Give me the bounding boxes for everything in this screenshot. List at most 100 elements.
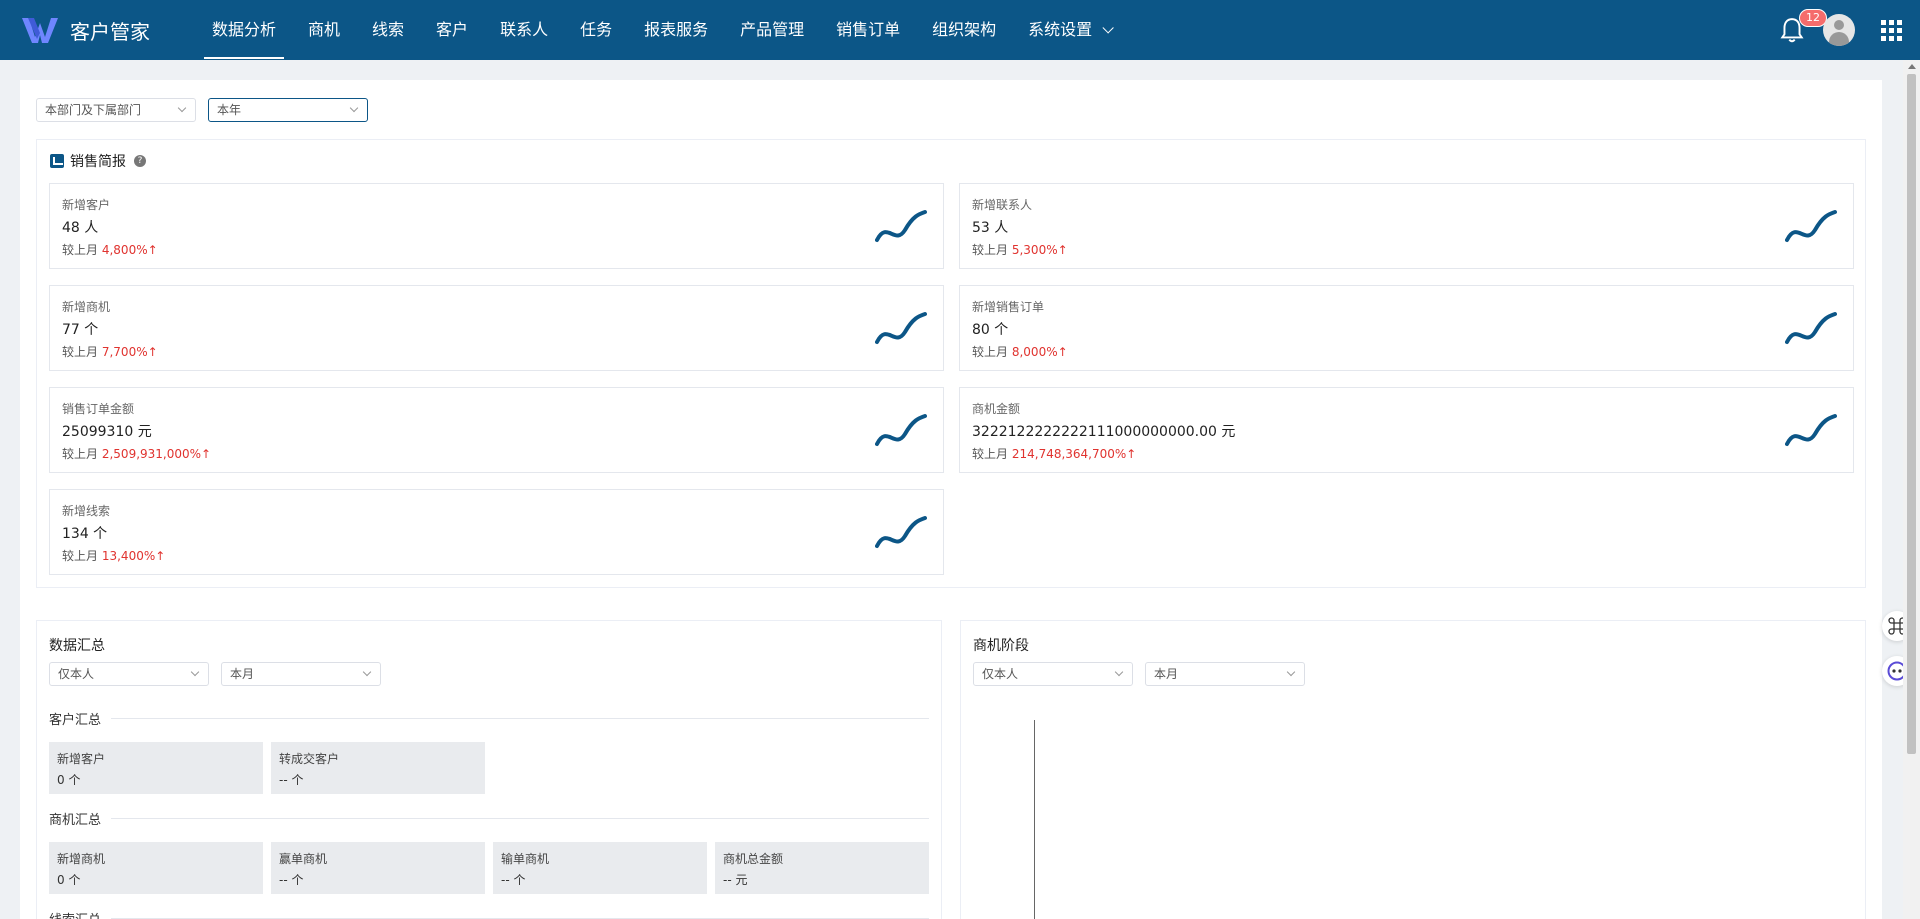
data-summary-panel: 数据汇总 仅本人 本月 客户汇总 新增客户 0 个 转成交客户 -- 个 商机汇…	[36, 620, 942, 919]
nav-item-data-analysis[interactable]: 数据分析	[196, 0, 292, 60]
main-nav: 数据分析 商机 线索 客户 联系人 任务 报表服务 产品管理 销售订单 组织架构…	[196, 0, 1126, 60]
metric-title: 新增客户	[62, 198, 111, 212]
help-icon[interactable]: ?	[134, 155, 146, 167]
chart-icon	[50, 154, 64, 168]
stat-value: -- 个	[279, 773, 304, 787]
department-select[interactable]: 本部门及下属部门	[36, 98, 196, 122]
nav-item-leads[interactable]: 线索	[356, 0, 420, 60]
nav-label: 报表服务	[644, 20, 709, 39]
metric-card-opportunity-amount: 商机金额 3222122222222111000000000.00 元 较上月 …	[959, 387, 1854, 473]
metric-value: 53 人	[972, 220, 1009, 236]
compare-label: 较上月	[62, 447, 99, 461]
brand-logo[interactable]: 客户管家	[20, 15, 188, 45]
sales-brief: 销售简报 ? 新增客户 48 人 较上月 4,800%↑ 新增联系人 53 人 …	[36, 139, 1866, 588]
select-value: 本部门及下属部门	[45, 103, 142, 117]
nav-item-customers[interactable]: 客户	[420, 0, 484, 60]
apps-grid-icon[interactable]	[1881, 19, 1902, 41]
stat-converted-customers: 转成交客户 -- 个	[271, 742, 485, 794]
metric-card-new-contacts: 新增联系人 53 人 较上月 5,300%↑	[959, 183, 1854, 269]
compare-label: 较上月	[972, 447, 1009, 461]
stat-label: 新增商机	[57, 852, 106, 866]
notification-button[interactable]: 12	[1779, 9, 1827, 45]
opportunity-summary-title: 商机汇总	[49, 809, 112, 828]
nav-label: 线索	[372, 20, 405, 39]
nav-item-settings[interactable]: 系统设置	[1012, 0, 1126, 60]
nav-item-sales-orders[interactable]: 销售订单	[820, 0, 916, 60]
metric-compare: 较上月 5,300%↑	[972, 241, 1068, 258]
page-scrollbar[interactable]	[1903, 60, 1920, 919]
main-content: 本部门及下属部门 本年 销售简报 ? 新增客户 48 人 较上月 4,800%↑…	[20, 80, 1882, 919]
metric-compare: 较上月 7,700%↑	[62, 343, 158, 360]
nav-label: 产品管理	[740, 20, 805, 39]
metric-compare: 较上月 13,400%↑	[62, 547, 165, 564]
summary-scope-select[interactable]: 仅本人	[49, 662, 209, 686]
nav-label: 组织架构	[932, 20, 997, 39]
scroll-up-icon[interactable]	[1908, 64, 1916, 69]
select-value: 本月	[1154, 667, 1179, 681]
nav-item-contacts[interactable]: 联系人	[484, 0, 564, 60]
section-divider	[49, 818, 929, 819]
metric-card-new-sales-orders: 新增销售订单 80 个 较上月 8,000%↑	[959, 285, 1854, 371]
metric-title: 新增商机	[62, 300, 111, 314]
stat-label: 输单商机	[501, 852, 550, 866]
metric-value: 48 人	[62, 220, 99, 236]
trend-icon	[1785, 414, 1837, 446]
trend-icon	[875, 312, 927, 344]
chevron-down-icon	[1114, 667, 1124, 677]
customer-summary-title: 客户汇总	[49, 709, 112, 728]
stat-lost-opportunities: 输单商机 -- 个	[493, 842, 707, 894]
metric-title: 销售订单金额	[62, 402, 135, 416]
user-avatar[interactable]	[1823, 14, 1855, 46]
data-summary-title: 数据汇总	[49, 638, 105, 654]
metric-title: 新增销售订单	[972, 300, 1045, 314]
nav-item-opportunities[interactable]: 商机	[292, 0, 356, 60]
compare-percent: 214,748,364,700%↑	[1011, 447, 1137, 461]
nav-item-tasks[interactable]: 任务	[564, 0, 628, 60]
metric-title: 新增线索	[62, 504, 111, 518]
stat-opportunity-total-amount: 商机总金额 -- 元	[715, 842, 929, 894]
chevron-down-icon	[177, 103, 187, 113]
nav-label: 系统设置	[1028, 20, 1093, 39]
header-actions: 12	[1779, 0, 1902, 60]
compare-label: 较上月	[972, 243, 1009, 257]
metric-card-new-customers: 新增客户 48 人 较上月 4,800%↑	[49, 183, 944, 269]
trend-icon	[875, 516, 927, 548]
stage-scope-select[interactable]: 仅本人	[973, 662, 1133, 686]
metric-card-sales-order-amount: 销售订单金额 25099310 元 较上月 2,509,931,000%↑	[49, 387, 944, 473]
scrollbar-thumb[interactable]	[1907, 74, 1916, 754]
chevron-down-icon	[349, 103, 359, 113]
stat-label: 商机总金额	[723, 852, 784, 866]
compare-percent: 7,700%↑	[101, 345, 158, 359]
metric-compare: 较上月 214,748,364,700%↑	[972, 445, 1136, 462]
chevron-down-icon	[190, 667, 200, 677]
metric-title: 商机金额	[972, 402, 1021, 416]
nav-label: 任务	[580, 20, 613, 39]
stat-value: -- 个	[279, 873, 304, 887]
select-value: 仅本人	[982, 667, 1019, 681]
chevron-down-icon	[1102, 22, 1114, 34]
stat-value: -- 元	[723, 873, 748, 887]
period-select[interactable]: 本年	[208, 98, 368, 122]
nav-item-reports[interactable]: 报表服务	[628, 0, 724, 60]
stat-new-customers: 新增客户 0 个	[49, 742, 263, 794]
metric-card-new-opportunities: 新增商机 77 个 较上月 7,700%↑	[49, 285, 944, 371]
top-navbar: 客户管家 数据分析 商机 线索 客户 联系人 任务 报表服务 产品管理 销售订单…	[0, 0, 1920, 60]
nav-label: 客户	[436, 20, 469, 39]
nav-label: 商机	[308, 20, 341, 39]
metric-value: 80 个	[972, 322, 1009, 338]
metric-value: 77 个	[62, 322, 99, 338]
opportunity-stage-title: 商机阶段	[973, 638, 1029, 654]
stat-label: 转成交客户	[279, 752, 340, 766]
nav-item-products[interactable]: 产品管理	[724, 0, 820, 60]
nav-item-organization[interactable]: 组织架构	[916, 0, 1012, 60]
brand-name: 客户管家	[70, 19, 150, 44]
metric-card-new-leads: 新增线索 134 个 较上月 13,400%↑	[49, 489, 944, 575]
metric-value: 25099310 元	[62, 424, 152, 440]
trend-icon	[1785, 312, 1837, 344]
trend-icon	[1785, 210, 1837, 242]
metric-title: 新增联系人	[972, 198, 1033, 212]
stage-period-select[interactable]: 本月	[1145, 662, 1305, 686]
logo-icon	[22, 18, 58, 43]
metric-compare: 较上月 8,000%↑	[972, 343, 1068, 360]
summary-period-select[interactable]: 本月	[221, 662, 381, 686]
